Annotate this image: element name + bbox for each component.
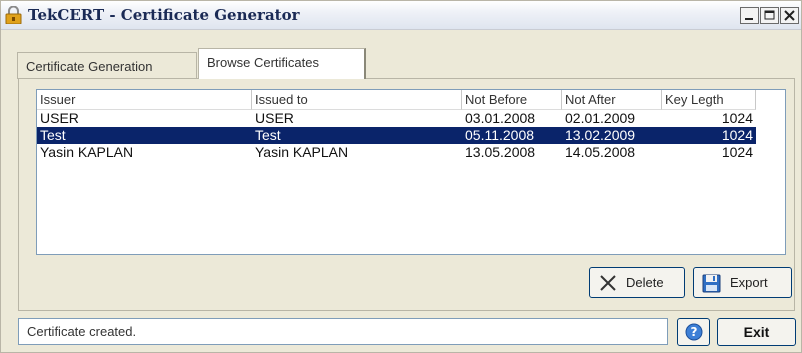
tab-label: Certificate Generation: [26, 59, 153, 74]
column-header-key-length[interactable]: Key Legth: [662, 90, 756, 110]
cell-issuer: USER: [40, 110, 79, 126]
delete-button[interactable]: Delete: [589, 267, 685, 298]
app-window: TekCERT - Certificate Generator Certific…: [0, 0, 802, 353]
minimize-icon: [745, 18, 753, 20]
cell-key-length: 1024: [721, 127, 753, 143]
column-header-issuer[interactable]: Issuer: [37, 90, 252, 110]
delete-label: Delete: [626, 275, 664, 290]
svg-text:?: ?: [691, 325, 698, 339]
tab-label: Browse Certificates: [207, 55, 319, 70]
help-button[interactable]: ?: [677, 318, 710, 346]
tab-browse-certificates[interactable]: Browse Certificates: [198, 48, 366, 79]
delete-x-icon: [600, 275, 616, 291]
lock-icon: [5, 6, 22, 24]
floppy-disk-icon: [702, 274, 721, 293]
tab-certificate-generation[interactable]: Certificate Generation: [17, 52, 197, 79]
close-button[interactable]: [780, 7, 799, 24]
status-text: Certificate created.: [27, 324, 137, 339]
cell-issued-to: Test: [255, 127, 281, 143]
export-button[interactable]: Export: [693, 267, 792, 298]
table-row[interactable]: Yasin KAPLAN Yasin KAPLAN 13.05.2008 14.…: [37, 144, 756, 161]
maximize-icon: [764, 10, 775, 20]
cell-not-before: 03.01.2008: [465, 110, 536, 126]
cell-issuer: Yasin KAPLAN: [40, 144, 134, 160]
window-title: TekCERT - Certificate Generator: [28, 6, 300, 24]
minimize-button[interactable]: [740, 7, 759, 24]
close-icon: [784, 10, 795, 21]
column-header-not-before[interactable]: Not Before: [462, 90, 562, 110]
column-header-not-after[interactable]: Not After: [562, 90, 662, 110]
column-header-issued-to[interactable]: Issued to: [252, 90, 462, 110]
cell-not-before: 13.05.2008: [465, 144, 536, 160]
certificate-list[interactable]: Issuer Issued to Not Before Not After Ke…: [36, 89, 786, 255]
help-icon: ?: [685, 323, 703, 341]
status-bar: Certificate created.: [18, 318, 668, 345]
table-row[interactable]: USER USER 03.01.2008 02.01.2009 1024: [37, 110, 756, 127]
table-row-selected[interactable]: Test Test 05.11.2008 13.02.2009 1024: [37, 127, 756, 144]
cell-issued-to: Yasin KAPLAN: [255, 144, 349, 160]
cell-issued-to: USER: [255, 110, 294, 126]
cell-not-before: 05.11.2008: [465, 127, 535, 143]
cell-not-after: 14.05.2008: [565, 144, 636, 160]
cell-key-length: 1024: [721, 110, 753, 126]
cell-issuer: Test: [40, 127, 66, 143]
title-bar[interactable]: TekCERT - Certificate Generator: [1, 1, 801, 30]
cell-not-after: 02.01.2009: [565, 110, 636, 126]
list-header: Issuer Issued to Not Before Not After Ke…: [37, 90, 785, 110]
cell-key-length: 1024: [721, 144, 753, 160]
maximize-button[interactable]: [760, 7, 779, 24]
browse-panel: Issuer Issued to Not Before Not After Ke…: [18, 78, 795, 311]
exit-button[interactable]: Exit: [717, 318, 796, 346]
cell-not-after: 13.02.2009: [565, 127, 636, 143]
export-label: Export: [730, 275, 768, 290]
